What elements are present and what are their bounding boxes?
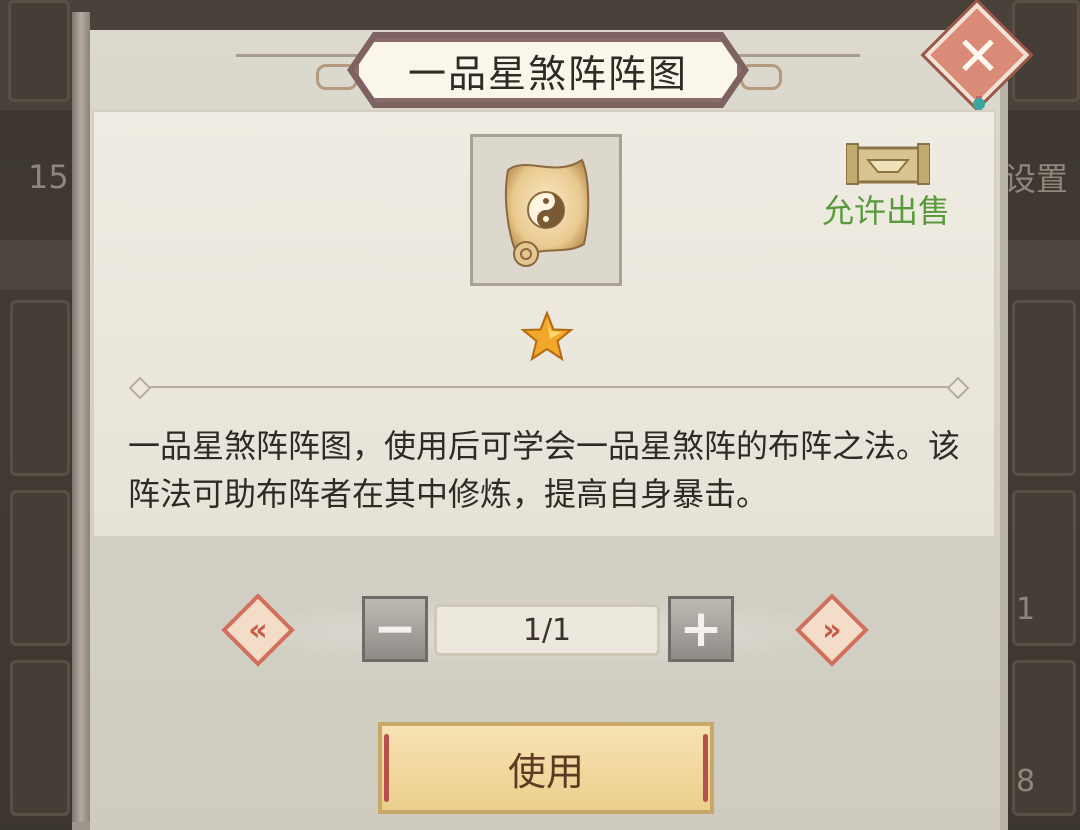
bg-number: 15 [28, 158, 69, 196]
scroll-yin-yang-icon [504, 158, 590, 267]
sellable-lock-icon [846, 143, 930, 185]
double-arrow-right-icon[interactable]: » [806, 604, 858, 656]
bg-count: 1 [1016, 592, 1036, 627]
bg-slot [8, 0, 70, 102]
section-divider [142, 386, 960, 388]
dialog-left-rail [72, 12, 90, 822]
quantity-field[interactable]: 1/1 [434, 604, 660, 656]
plus-icon: + [679, 599, 723, 659]
use-button-label: 使用 [507, 749, 584, 794]
title-ornament-line [236, 54, 376, 57]
bg-slot [1012, 300, 1076, 476]
double-arrow-left-icon[interactable]: « [232, 604, 284, 656]
increase-quantity-button[interactable]: + [668, 596, 734, 662]
decrease-quantity-button[interactable]: − [362, 596, 428, 662]
quantity-value: 1/1 [522, 612, 572, 648]
item-icon-frame [470, 134, 622, 286]
minus-icon: − [373, 599, 417, 659]
dialog-right-edge [1000, 30, 1008, 830]
use-button[interactable]: 使用 [378, 722, 714, 814]
bg-slot [10, 490, 70, 646]
item-description: 一品星煞阵阵图，使用后可学会一品星煞阵的布阵之法。该阵法可助布阵者在其中修炼，提… [128, 427, 961, 513]
sell-status-label: 允许出售 [822, 192, 951, 230]
title-ornament-line [720, 54, 860, 57]
bg-count: 8 [1016, 764, 1036, 799]
bg-slot [10, 660, 70, 816]
close-icon[interactable]: ✕ [942, 20, 1014, 92]
button-rod-decoration [384, 734, 389, 802]
title-plate: 一品星煞阵阵图 [355, 38, 741, 102]
bg-settings-label: 设置 [1004, 160, 1069, 198]
bg-slot [10, 300, 70, 476]
tassel-bead [973, 98, 985, 110]
star-icon [520, 310, 574, 362]
dialog-title: 一品星煞阵阵图 [407, 51, 688, 96]
button-rod-decoration [703, 734, 708, 802]
